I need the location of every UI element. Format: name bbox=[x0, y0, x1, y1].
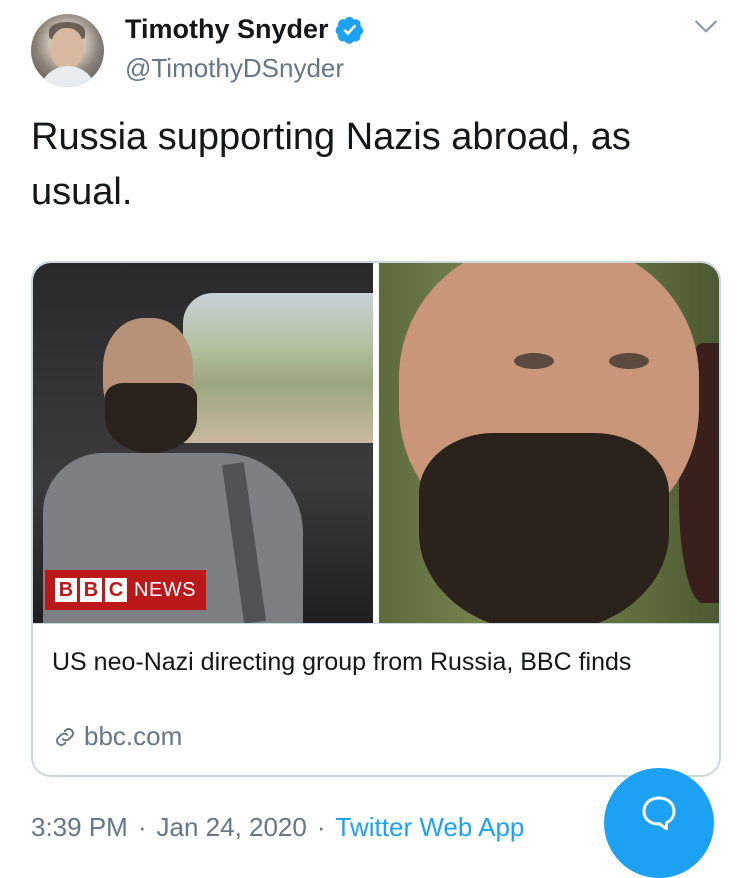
card-domain: bbc.com bbox=[84, 721, 183, 751]
link-icon bbox=[56, 727, 74, 746]
card-separator bbox=[33, 623, 719, 624]
bbc-news-label: NEWS bbox=[134, 578, 196, 601]
photo-beard-closeup bbox=[419, 433, 669, 623]
reply-fab-button[interactable] bbox=[604, 768, 714, 878]
avatar-shirt bbox=[39, 66, 97, 87]
link-preview-card[interactable]: B B C NEWS US neo-Nazi directing group f… bbox=[31, 261, 721, 777]
card-photo-right bbox=[379, 263, 719, 623]
bbc-block-2: B bbox=[80, 578, 102, 602]
speech-bubble-icon bbox=[642, 796, 676, 831]
meta-separator: · bbox=[137, 812, 147, 842]
car-window bbox=[183, 293, 373, 443]
tweet-date[interactable]: Jan 24, 2020 bbox=[157, 812, 307, 843]
author-name-row: Timothy Snyder bbox=[125, 14, 365, 45]
tweet-text: Russia supporting Nazis abroad, as usual… bbox=[31, 116, 631, 213]
bbc-block-1: B bbox=[55, 578, 77, 602]
verified-badge-icon bbox=[335, 16, 363, 44]
avatar-face bbox=[51, 28, 83, 68]
photo-eye-right bbox=[609, 353, 649, 369]
meta-separator: · bbox=[316, 812, 326, 842]
author-display-name[interactable]: Timothy Snyder bbox=[125, 14, 329, 45]
photo-beard bbox=[105, 383, 197, 453]
card-domain-row: bbc.com bbox=[52, 721, 182, 752]
tweet-time[interactable]: 3:39 PM bbox=[31, 812, 128, 843]
photo-eye-left bbox=[514, 353, 554, 369]
author-handle[interactable]: @TimothyDSnyder bbox=[125, 53, 344, 84]
card-photo-left bbox=[33, 263, 373, 623]
bbc-news-logo: B B C NEWS bbox=[45, 570, 206, 610]
author-avatar[interactable] bbox=[31, 14, 104, 87]
card-title[interactable]: US neo-Nazi directing group from Russia,… bbox=[52, 645, 692, 679]
bbc-block-3: C bbox=[105, 578, 127, 602]
tweet-source-link[interactable]: Twitter Web App bbox=[336, 812, 525, 843]
chevron-down-icon[interactable] bbox=[693, 14, 719, 40]
tweet-meta: 3:39 PM · Jan 24, 2020 · Twitter Web App bbox=[31, 812, 524, 843]
card-image[interactable]: B B C NEWS bbox=[33, 263, 719, 623]
